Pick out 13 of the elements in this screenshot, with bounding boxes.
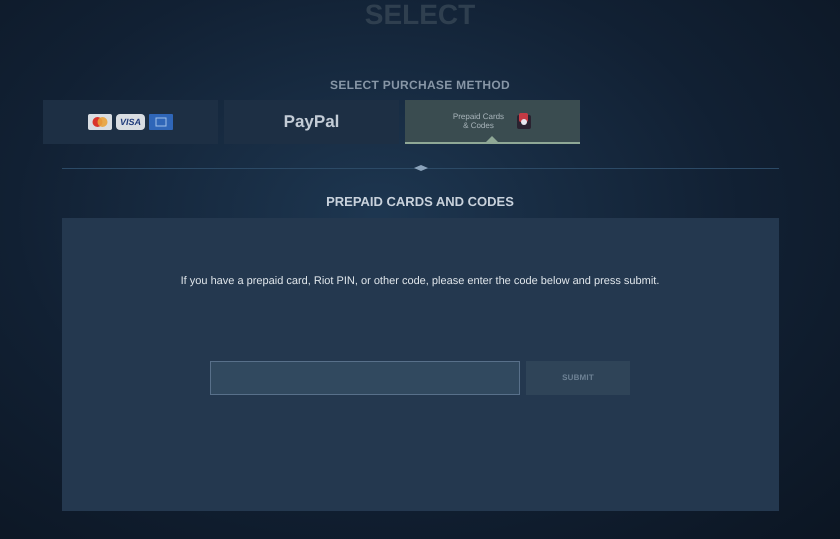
section-title: PREPAID CARDS AND CODES <box>326 193 514 211</box>
visa-logo: VISA <box>116 114 145 130</box>
code-input-field[interactable] <box>210 361 520 395</box>
payment-method-tab[interactable]: VISA <box>43 100 218 144</box>
pointer-icon <box>486 136 498 142</box>
credit-card-icon <box>149 114 173 130</box>
instructions-text: If you have a prepaid card, Riot PIN, or other code, please enter the code below and press submit. <box>180 274 660 288</box>
payment-method-tab[interactable]: PayPal <box>224 100 399 144</box>
diamond-icon <box>414 165 428 171</box>
section-label: SELECT PURCHASE METHOD <box>330 77 510 94</box>
payment-method-tab[interactable]: Prepaid Cards & Codes <box>405 100 580 144</box>
mastercard-icon <box>88 114 112 130</box>
gift-card-icon <box>516 112 532 130</box>
